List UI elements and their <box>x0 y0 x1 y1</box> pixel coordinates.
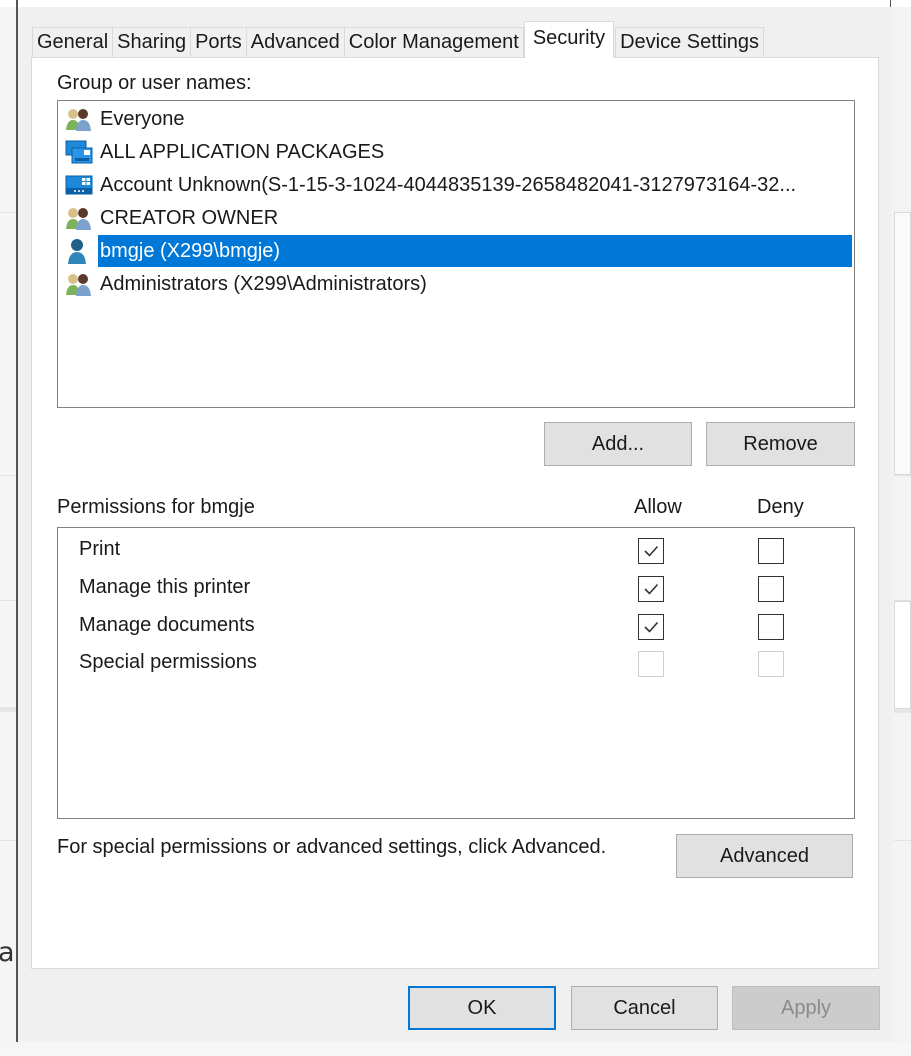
permissions-list: Print Manage this printer Manage documen… <box>57 527 855 819</box>
group-icon <box>64 105 94 133</box>
permission-row-manage-printer: Manage this printer <box>58 570 854 607</box>
user-list-item-all-application-packages[interactable]: ALL APPLICATION PACKAGES <box>64 136 852 168</box>
user-list-item-account-unknown[interactable]: Account Unknown(S-1-15-3-1024-4044835139… <box>64 169 852 201</box>
tab-color-management[interactable]: Color Management <box>343 27 524 58</box>
background-window-top <box>0 0 911 7</box>
tab-advanced[interactable]: Advanced <box>245 27 345 58</box>
remove-user-button[interactable]: Remove <box>706 422 855 466</box>
dialog-frame-edge-right <box>890 0 891 7</box>
security-tab-panel: Group or user names: Everyone ALL APPLIC… <box>31 57 879 969</box>
advanced-button[interactable]: Advanced <box>676 834 853 878</box>
tab-general[interactable]: General <box>32 27 114 58</box>
background-window-bottom <box>0 1042 911 1056</box>
tab-device-settings[interactable]: Device Settings <box>615 27 765 58</box>
user-name: Everyone <box>100 108 185 130</box>
user-list-item-administrators[interactable]: Administrators (X299\Administrators) <box>64 268 852 300</box>
user-name: Administrators (X299\Administrators) <box>100 273 427 295</box>
deny-manage-documents-checkbox[interactable] <box>758 614 784 640</box>
tab-ports[interactable]: Ports <box>190 27 247 58</box>
allow-manage-documents-checkbox[interactable] <box>638 614 664 640</box>
permission-name: Manage documents <box>79 614 255 636</box>
allow-special-checkbox <box>638 651 664 677</box>
users-listbox[interactable]: Everyone ALL APPLICATION PACKAGES Accoun… <box>57 100 855 408</box>
cancel-button[interactable]: Cancel <box>571 986 718 1030</box>
user-list-item-creator-owner[interactable]: CREATOR OWNER <box>64 202 852 234</box>
group-icon <box>64 270 94 298</box>
user-list-item-everyone[interactable]: Everyone <box>64 103 852 135</box>
group-icon <box>64 204 94 232</box>
permissions-for-label: Permissions for bmgje <box>57 496 255 518</box>
dialog-frame-edge <box>16 0 18 7</box>
tab-strip: General Sharing Ports Advanced Color Man… <box>32 21 765 58</box>
allow-print-checkbox[interactable] <box>638 538 664 564</box>
user-list-item-bmgje[interactable]: bmgje (X299\bmgje) <box>64 235 852 267</box>
advanced-hint-text: For special permissions or advanced sett… <box>57 836 607 858</box>
user-icon <box>64 237 94 265</box>
background-window-right <box>892 7 911 1056</box>
ok-button[interactable]: OK <box>408 986 556 1030</box>
permission-row-manage-documents: Manage documents <box>58 608 854 645</box>
app-packages-icon <box>64 138 94 166</box>
checkmark-icon <box>644 621 659 633</box>
allow-column-header: Allow <box>634 496 682 518</box>
permission-row-print: Print <box>58 532 854 569</box>
printer-properties-dialog: General Sharing Ports Advanced Color Man… <box>16 7 892 1042</box>
checkmark-icon <box>644 545 659 557</box>
background-window-left: a <box>0 7 16 1056</box>
deny-manage-printer-checkbox[interactable] <box>758 576 784 602</box>
app-package-icon <box>64 171 94 199</box>
user-name: Account Unknown(S-1-15-3-1024-4044835139… <box>100 174 797 196</box>
permission-row-special: Special permissions <box>58 645 854 682</box>
user-name: bmgje (X299\bmgje) <box>98 235 852 267</box>
user-name: ALL APPLICATION PACKAGES <box>100 141 385 163</box>
deny-special-checkbox <box>758 651 784 677</box>
user-name: CREATOR OWNER <box>100 207 279 229</box>
permission-name: Manage this printer <box>79 576 251 598</box>
allow-manage-printer-checkbox[interactable] <box>638 576 664 602</box>
group-or-user-names-label: Group or user names: <box>57 72 252 94</box>
tab-security[interactable]: Security <box>523 21 615 58</box>
tab-sharing[interactable]: Sharing <box>112 27 192 58</box>
deny-print-checkbox[interactable] <box>758 538 784 564</box>
permission-name: Print <box>79 538 121 560</box>
background-partial-text: a <box>0 937 15 968</box>
apply-button: Apply <box>732 986 880 1030</box>
deny-column-header: Deny <box>757 496 804 518</box>
add-user-button[interactable]: Add... <box>544 422 692 466</box>
checkmark-icon <box>644 583 659 595</box>
permission-name: Special permissions <box>79 651 257 673</box>
